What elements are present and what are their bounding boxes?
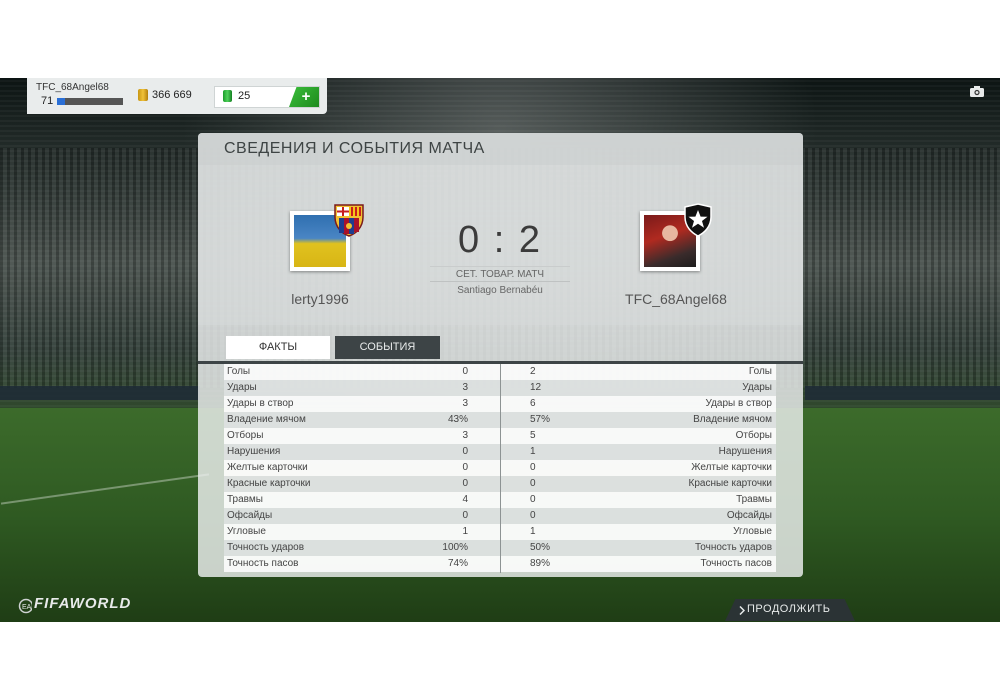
panel-header: СВЕДЕНИЯ И СОБЫТИЯ МАТЧА xyxy=(198,133,803,165)
stat-label-away: Нарушения xyxy=(718,446,772,457)
stat-label-home: Удары xyxy=(227,382,257,393)
stat-value-away: 12 xyxy=(530,382,542,393)
stat-label-away: Отборы xyxy=(735,430,772,441)
stat-label-away: Удары в створ xyxy=(705,398,773,409)
stat-value-home: 0 xyxy=(462,366,468,377)
continue-button[interactable]: ПРОДОЛЖИТЬ xyxy=(725,599,855,621)
match-summary-panel: СВЕДЕНИЯ И СОБЫТИЯ МАТЧА lerty1996 TFC_6… xyxy=(198,133,803,577)
match-score: 0 : 2 xyxy=(458,219,542,261)
coins-icon xyxy=(138,89,148,101)
svg-text:EA: EA xyxy=(22,604,32,611)
stat-value-home: 3 xyxy=(462,398,468,409)
stat-value-away: 5 xyxy=(530,430,536,441)
stat-label-away: Удары xyxy=(742,382,772,393)
stat-label-home: Голы xyxy=(227,366,251,377)
stat-value-home: 3 xyxy=(462,430,468,441)
stat-value-away: 0 xyxy=(530,462,536,473)
stat-value-home: 100% xyxy=(442,542,468,553)
match-type: СЕТ. ТОВАР. МАТЧ xyxy=(430,266,570,280)
home-player-name: lerty1996 xyxy=(291,291,349,307)
stat-label-home: Угловые xyxy=(227,526,266,537)
panel-title: СВЕДЕНИЯ И СОБЫТИЯ МАТЧА xyxy=(224,140,485,157)
stat-label-home: Офсайды xyxy=(227,510,273,521)
stat-value-away: 0 xyxy=(530,494,536,505)
stat-value-home: 74% xyxy=(447,558,468,569)
stadium-name: Santiago Bernabéu xyxy=(430,281,570,296)
xp-bar-fill xyxy=(57,98,65,105)
stat-value-home: 0 xyxy=(462,478,468,489)
stat-label-away: Точность ударов xyxy=(694,542,772,553)
points-icon xyxy=(223,90,232,102)
tab-events[interactable]: СОБЫТИЯ xyxy=(335,336,440,359)
stat-value-away: 2 xyxy=(530,366,536,377)
stat-value-away: 0 xyxy=(530,510,536,521)
coins-balance: 366 669 xyxy=(152,89,192,101)
away-player-name: TFC_68Angel68 xyxy=(625,291,727,307)
stat-label-away: Офсайды xyxy=(726,510,772,521)
continue-label: ПРОДОЛЖИТЬ xyxy=(747,603,831,615)
stat-value-home: 4 xyxy=(462,494,468,505)
points-box: 25 + xyxy=(214,86,320,108)
stat-value-home: 0 xyxy=(462,510,468,521)
tab-facts[interactable]: ФАКТЫ xyxy=(226,336,330,359)
stat-label-away: Красные карточки xyxy=(688,478,772,489)
stat-value-home: 43% xyxy=(447,414,468,425)
stat-label-home: Желтые карточки xyxy=(227,462,308,473)
stats-divider xyxy=(500,364,501,573)
ad-board-right xyxy=(805,386,1000,400)
chevron-right-icon xyxy=(739,606,745,615)
points-balance: 25 xyxy=(238,90,251,102)
stat-label-home: Нарушения xyxy=(227,446,281,457)
stat-value-home: 0 xyxy=(462,462,468,473)
xp-bar xyxy=(57,98,123,105)
stat-label-home: Владение мячом xyxy=(227,414,306,425)
stat-value-away: 6 xyxy=(530,398,536,409)
add-points-button[interactable]: + xyxy=(289,87,319,107)
stat-label-away: Желтые карточки xyxy=(691,462,772,473)
stat-value-home: 3 xyxy=(462,382,468,393)
stat-label-away: Точность пасов xyxy=(700,558,773,569)
stat-label-home: Красные карточки xyxy=(227,478,311,489)
botafogo-star-crest-icon xyxy=(684,203,712,237)
stat-label-home: Отборы xyxy=(227,430,264,441)
stat-label-away: Угловые xyxy=(733,526,772,537)
hud-level: 71 xyxy=(41,95,54,107)
stat-label-home: Точность пасов xyxy=(227,558,299,569)
stat-value-home: 1 xyxy=(462,526,468,537)
fifaworld-logo-text: FIFAWORLD xyxy=(34,595,132,612)
stat-label-home: Точность ударов xyxy=(227,542,305,553)
stat-value-home: 0 xyxy=(462,446,468,457)
fifaworld-logo-icon: EA xyxy=(18,598,32,614)
stat-value-away: 89% xyxy=(530,558,551,569)
stat-value-away: 50% xyxy=(530,542,551,553)
stat-value-away: 57% xyxy=(530,414,551,425)
stat-value-away: 0 xyxy=(530,478,536,489)
stat-value-away: 1 xyxy=(530,446,536,457)
stat-label-home: Удары в створ xyxy=(227,398,294,409)
camera-icon[interactable] xyxy=(970,86,984,97)
stat-label-away: Владение мячом xyxy=(693,414,772,425)
profile-hud: TFC_68Angel68 71 366 669 25 + xyxy=(27,78,327,114)
barcelona-crest-icon xyxy=(334,204,364,237)
stat-label-away: Голы xyxy=(748,366,772,377)
hud-player-name: TFC_68Angel68 xyxy=(36,82,109,93)
stat-label-away: Травмы xyxy=(736,494,772,505)
stat-label-home: Травмы xyxy=(227,494,263,505)
stat-value-away: 1 xyxy=(530,526,536,537)
ad-board-left xyxy=(0,386,200,400)
